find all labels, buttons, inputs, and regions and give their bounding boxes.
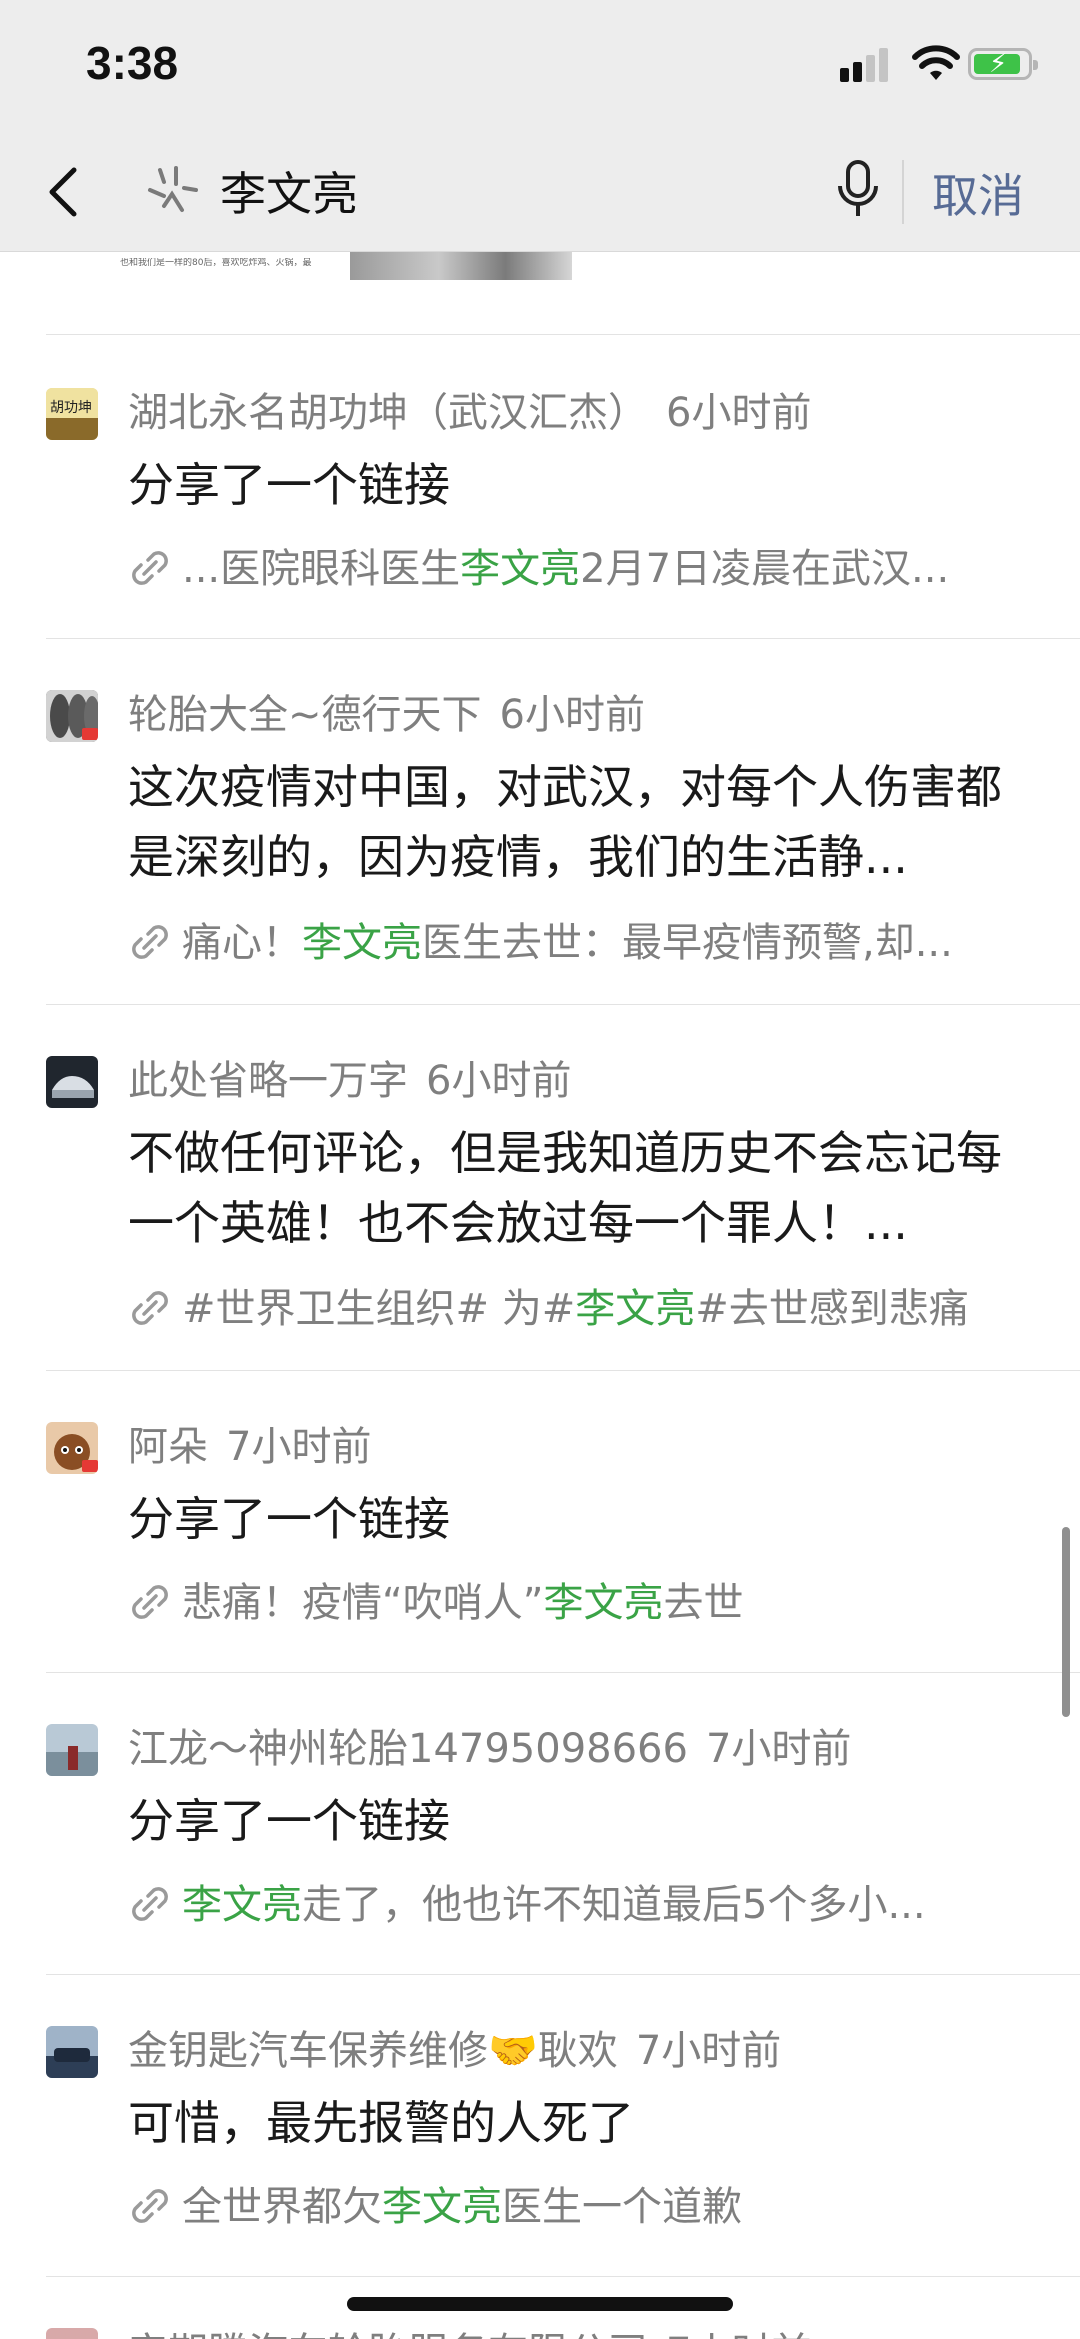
svg-text:胡功坤: 胡功坤: [50, 400, 92, 416]
avatar[interactable]: 胡功坤: [46, 388, 98, 440]
list-divider: [46, 1672, 1080, 1673]
list-divider: [46, 2276, 1080, 2277]
author-line: 此处省略一万字 6小时前: [128, 1048, 571, 1106]
list-divider: [46, 1004, 1080, 1005]
link-icon: [132, 1887, 168, 1921]
post-time: 6小时前: [666, 390, 812, 436]
link-text-before: #世界卫生组织# 为#: [182, 1286, 576, 1330]
author-line: 安期腾汽车轮胎服务有限公司 7小时前: [128, 2320, 811, 2339]
list-item[interactable]: 此处省略一万字 6小时前 不做任何评论，但是我知道历史不会忘记每一个英雄！也不会放…: [0, 1026, 1080, 1390]
header-divider: [902, 160, 904, 224]
search-header: 李文亮 取消: [0, 130, 1080, 252]
list-item[interactable]: 阿朵 7小时前 分享了一个链接 悲痛！疫情“吹哨人”李文亮去世: [0, 1392, 1080, 1682]
list-item[interactable]: 轮胎大全~德行天下 6小时前 这次疫情对中国，对武汉，对每个人伤害都是深刻的，因为…: [0, 660, 1080, 1024]
author-line: 轮胎大全~德行天下 6小时前: [128, 682, 645, 740]
cellular-signal-icon: [840, 48, 892, 82]
home-indicator[interactable]: [347, 2297, 733, 2311]
link-icon: [132, 2189, 168, 2223]
link-highlight: 李文亮: [182, 1882, 302, 1926]
author-name[interactable]: 安期腾汽车轮胎服务有限公司: [128, 2330, 648, 2339]
avatar[interactable]: [46, 690, 98, 742]
shared-link[interactable]: ...医院眼科医生李文亮2月7日凌晨在武汉...: [128, 536, 1028, 590]
author-name[interactable]: 江龙～神州轮胎14795098666: [128, 1726, 688, 1772]
link-text-before: ...医院眼科医生: [182, 546, 461, 590]
search-results-list[interactable]: 也和我们是一样的80后，喜欢吃炸鸡、火锅，最 胡功坤 湖北永名胡功坤（武汉汇杰）…: [0, 252, 1080, 2339]
author-name[interactable]: 湖北永名胡功坤（武汉汇杰）: [128, 390, 648, 436]
link-highlight: 李文亮: [302, 920, 422, 964]
search-input[interactable]: 李文亮: [220, 158, 358, 224]
status-time: 3:38: [86, 37, 179, 89]
avatar[interactable]: [46, 2026, 98, 2078]
previous-result-image: [350, 252, 572, 280]
post-time: 6小时前: [426, 1058, 572, 1104]
post-text: 可惜，最先报警的人死了: [128, 2096, 634, 2150]
previous-result-caption: 也和我们是一样的80后，喜欢吃炸鸡、火锅，最: [120, 258, 312, 268]
shared-link[interactable]: 李文亮走了，他也许不知道最后5个多小...: [128, 1872, 1028, 1926]
post-time: 6小时前: [499, 692, 645, 738]
scrollbar[interactable]: [1062, 1527, 1070, 1717]
link-highlight: 李文亮: [382, 2184, 502, 2228]
shared-link[interactable]: 痛心！李文亮医生去世：最早疫情预警,却...: [128, 910, 1028, 964]
author-name[interactable]: 金钥匙汽车保养维修🤝耿欢: [128, 2028, 618, 2074]
link-text-before: 全世界都欠: [182, 2184, 382, 2228]
author-name[interactable]: 阿朵: [128, 1424, 208, 1470]
link-icon: [132, 925, 168, 959]
avatar[interactable]: [46, 2328, 98, 2339]
post-time: 7小时前: [635, 2028, 782, 2074]
link-highlight: 李文亮: [543, 1580, 664, 1624]
status-bar: 3:38 ⚡: [0, 0, 1080, 130]
shared-link[interactable]: 悲痛！疫情“吹哨人”李文亮去世: [128, 1570, 1028, 1624]
search-tag-icon: [148, 166, 198, 212]
author-line: 湖北永名胡功坤（武汉汇杰） 6小时前: [128, 380, 811, 438]
shared-link[interactable]: 全世界都欠李文亮医生一个道歉: [128, 2174, 1028, 2228]
back-button[interactable]: [40, 160, 90, 224]
microphone-icon[interactable]: [832, 156, 884, 224]
link-text-after: 2月7日凌晨在武汉...: [580, 546, 950, 590]
link-text-after: 去世: [663, 1580, 744, 1624]
avatar[interactable]: [46, 1056, 98, 1108]
author-name[interactable]: 轮胎大全~德行天下: [128, 692, 482, 738]
avatar[interactable]: [46, 1422, 98, 1474]
author-name[interactable]: 此处省略一万字: [128, 1058, 408, 1104]
avatar[interactable]: [46, 1724, 98, 1776]
post-text: 不做任何评论，但是我知道历史不会忘记每一个英雄！也不会放过每一个罪人！...: [128, 1126, 1002, 1250]
post-text: 分享了一个链接: [128, 1794, 450, 1848]
list-item[interactable]: 金钥匙汽车保养维修🤝耿欢 7小时前 可惜，最先报警的人死了 全世界都欠李文亮医生一…: [0, 1996, 1080, 2286]
cancel-button[interactable]: 取消: [932, 160, 1024, 226]
author-line: 金钥匙汽车保养维修🤝耿欢 7小时前: [128, 2018, 781, 2076]
post-time: 7小时前: [226, 1424, 372, 1470]
post-text: 分享了一个链接: [128, 1492, 450, 1546]
list-item[interactable]: 江龙～神州轮胎14795098666 7小时前 分享了一个链接 李文亮走了，他也许…: [0, 1694, 1080, 1984]
author-line: 阿朵 7小时前: [128, 1414, 371, 1472]
previous-result-tail[interactable]: 也和我们是一样的80后，喜欢吃炸鸡、火锅，最: [120, 252, 580, 286]
post-text: 分享了一个链接: [128, 458, 450, 512]
link-icon: [132, 1291, 168, 1325]
link-text-after: 医生去世：最早疫情预警,却...: [422, 920, 953, 964]
post-time: 7小时前: [705, 1726, 852, 1772]
battery-charging-icon: ⚡: [968, 48, 1038, 80]
link-highlight: 李文亮: [460, 546, 581, 590]
wifi-icon: [912, 45, 960, 80]
author-line: 江龙～神州轮胎14795098666 7小时前: [128, 1716, 851, 1774]
list-divider: [46, 1974, 1080, 1975]
link-icon: [132, 1585, 168, 1619]
list-divider: [46, 334, 1080, 335]
link-text-before: 痛心！: [182, 920, 302, 964]
shared-link[interactable]: #世界卫生组织# 为#李文亮#去世感到悲痛: [128, 1276, 1028, 1330]
link-text-after: #去世感到悲痛: [695, 1286, 969, 1330]
link-text-after: 医生一个道歉: [502, 2184, 742, 2228]
link-icon: [132, 551, 168, 585]
post-text: 这次疫情对中国，对武汉，对每个人伤害都是深刻的，因为疫情，我们的生活静...: [128, 760, 1002, 884]
link-text-before: 悲痛！疫情“吹哨人”: [182, 1580, 544, 1624]
list-divider: [46, 1370, 1080, 1371]
post-time: 7小时前: [666, 2330, 811, 2339]
link-highlight: 李文亮: [575, 1286, 696, 1330]
list-item[interactable]: 胡功坤 湖北永名胡功坤（武汉汇杰） 6小时前 分享了一个链接 ...医院眼科医生李…: [0, 358, 1080, 648]
link-text-after: 走了，他也许不知道最后5个多小...: [302, 1882, 926, 1926]
list-divider: [46, 638, 1080, 639]
